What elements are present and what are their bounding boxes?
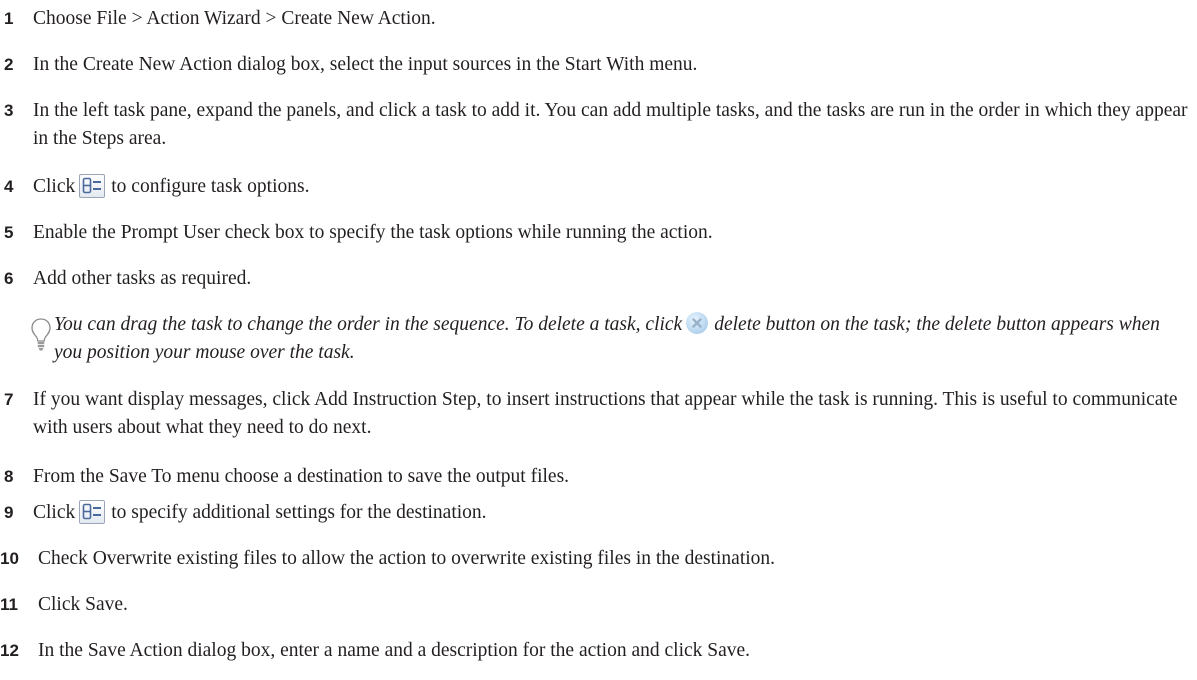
step-text: Check Overwrite existing files to allow … <box>38 548 776 569</box>
step-number: 8 <box>4 467 14 486</box>
step-text: If you want display messages, click Add … <box>33 389 1178 438</box>
destination-settings-icon[interactable] <box>79 500 106 524</box>
step-number: 9 <box>4 503 14 522</box>
tip-text: You can drag the task to change the orde… <box>54 311 1190 367</box>
step-text: In the Create New Action dialog box, sel… <box>33 54 698 75</box>
step-number: 6 <box>4 269 14 288</box>
delete-task-icon[interactable] <box>686 312 709 334</box>
step-number: 3 <box>4 101 14 120</box>
step-number: 4 <box>4 177 14 196</box>
step-number: 10 <box>0 549 19 568</box>
step-number: 12 <box>0 641 19 660</box>
step-text: Choose File > Action Wizard > Create New… <box>33 8 436 29</box>
step-text-after: to configure task options. <box>111 176 310 197</box>
step-text: Click to specify additional settings for … <box>33 499 1193 527</box>
step-number: 7 <box>4 390 14 409</box>
step-number: 5 <box>4 223 14 242</box>
step-text-before: Click <box>33 176 76 197</box>
step-number: 11 <box>0 595 18 614</box>
step-text-before: Click <box>33 502 76 523</box>
step-text: Enable the Prompt User check box to spec… <box>33 222 713 243</box>
step-text: Click Save. <box>38 594 128 615</box>
step-number: 2 <box>4 55 14 74</box>
lightbulb-tip-icon <box>31 318 51 351</box>
task-options-icon[interactable] <box>79 174 106 198</box>
step-text: Add other tasks as required. <box>33 268 252 289</box>
step-text-after: to specify additional settings for the d… <box>111 502 487 523</box>
step-text: Click to configure task options. <box>33 173 1193 201</box>
step-text: From the Save To menu choose a destinati… <box>33 466 570 487</box>
step-number: 1 <box>4 9 14 28</box>
step-text: In the left task pane, expand the panels… <box>33 100 1188 149</box>
tip-text-before: You can drag the task to change the orde… <box>54 314 683 335</box>
step-text: In the Save Action dialog box, enter a n… <box>38 640 751 661</box>
